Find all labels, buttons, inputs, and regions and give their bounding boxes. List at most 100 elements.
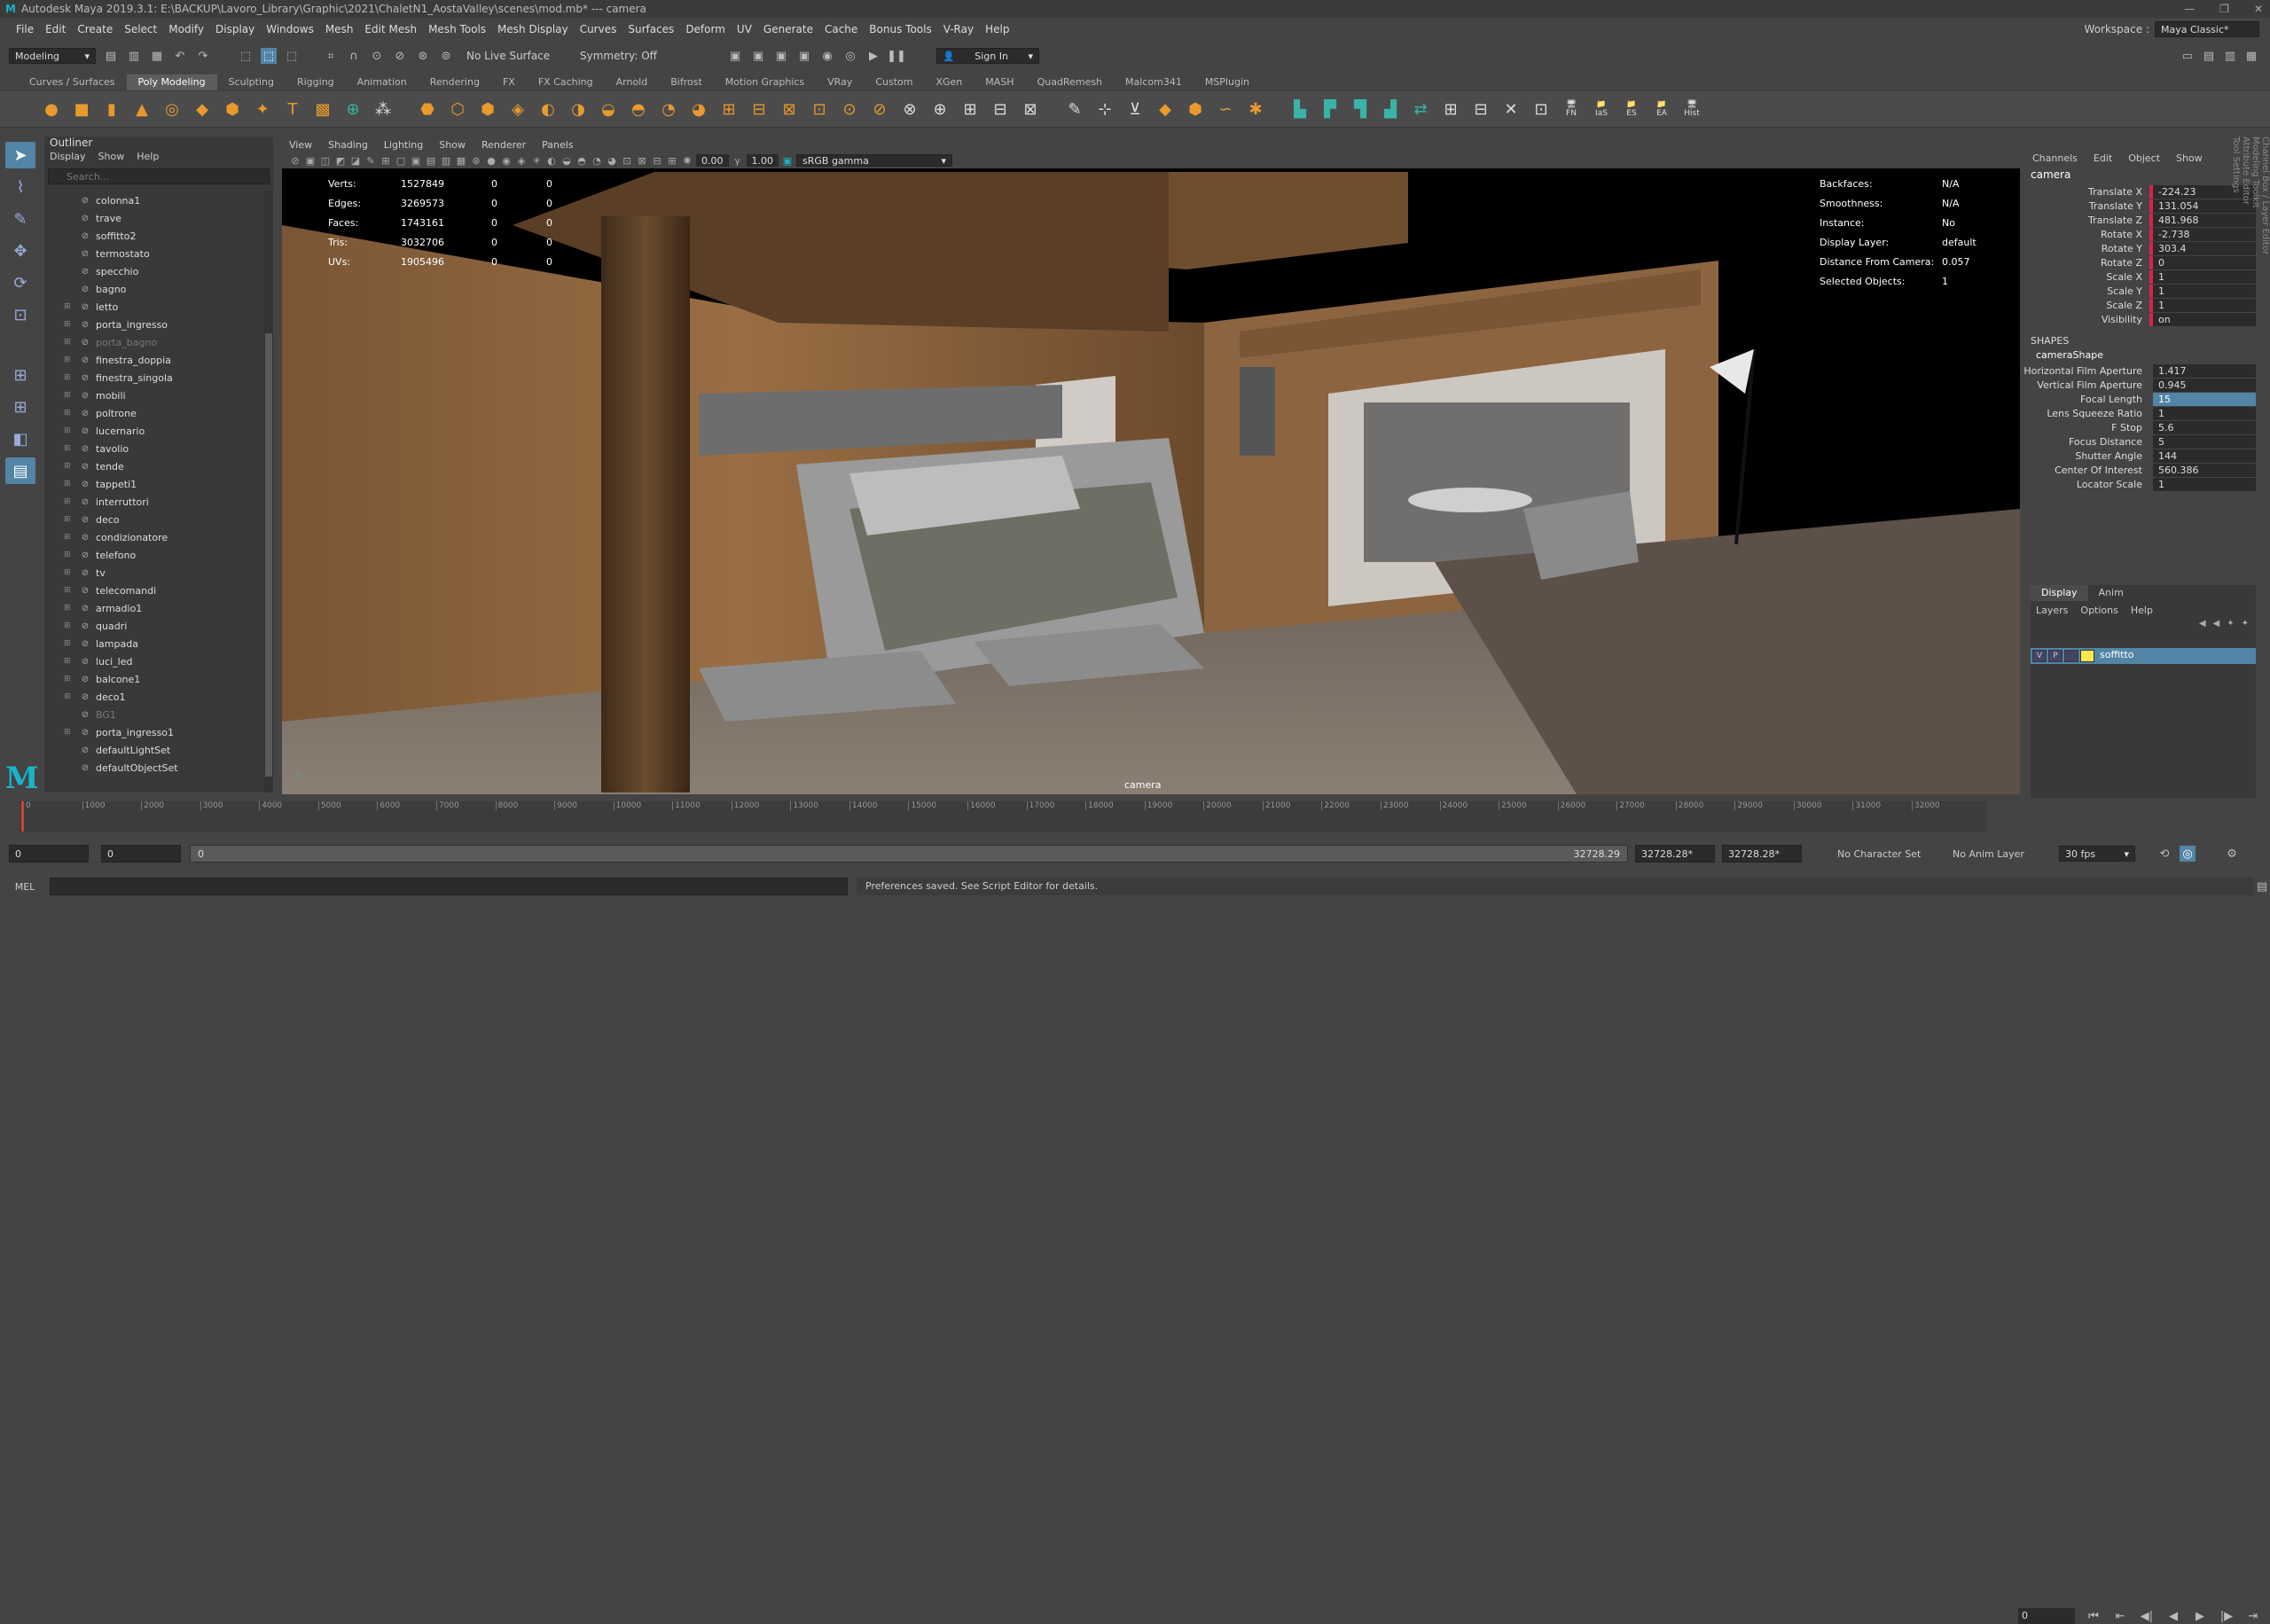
- shelf-tab-vray[interactable]: VRay: [816, 74, 864, 90]
- render-view-icon[interactable]: ◎: [842, 48, 858, 64]
- shelf-tab-sculpting[interactable]: Sculpting: [217, 74, 286, 90]
- poly-sphere-icon[interactable]: ●: [39, 97, 64, 121]
- symmetry-label[interactable]: Symmetry: Off: [580, 50, 677, 62]
- layout-icon[interactable]: ▟: [1378, 97, 1403, 121]
- current-frame-field[interactable]: 0: [2018, 1608, 2075, 1624]
- select-tool-icon[interactable]: ➤: [5, 142, 35, 168]
- expand-icon[interactable]: ⊞: [64, 675, 74, 683]
- sphere-grid-icon[interactable]: ⊕: [340, 97, 365, 121]
- wireframe-icon[interactable]: ⊛: [470, 154, 482, 167]
- menu-bonus-tools[interactable]: Bonus Tools: [869, 23, 931, 35]
- isolate-select-icon[interactable]: ⊡: [621, 154, 633, 167]
- expand-icon[interactable]: ⊞: [64, 497, 74, 506]
- move-tool-icon[interactable]: ✥: [5, 238, 35, 264]
- paint-select-icon[interactable]: ✎: [5, 206, 35, 232]
- expand-icon[interactable]: ⊞: [64, 320, 74, 329]
- layer-color-swatch[interactable]: [2080, 650, 2094, 662]
- resolution-gate-icon[interactable]: ▣: [410, 154, 422, 167]
- render-icon[interactable]: ▣: [727, 48, 743, 64]
- shape-channel-row[interactable]: F Stop 5.6: [2023, 420, 2256, 434]
- append-icon[interactable]: ◆: [1153, 97, 1178, 121]
- toggle-layout-icon[interactable]: ▭: [2180, 48, 2196, 64]
- outliner-item[interactable]: ⊘ defaultLightSet: [44, 741, 262, 759]
- smooth-icon[interactable]: ◈: [505, 97, 530, 121]
- xray-icon[interactable]: ⊠: [636, 154, 648, 167]
- shape-channel-row[interactable]: Focal Length 15: [2023, 392, 2256, 406]
- quad-draw-icon[interactable]: ⊟: [988, 97, 1013, 121]
- menu-help[interactable]: Help: [985, 23, 1009, 35]
- expand-icon[interactable]: ⊞: [64, 338, 74, 347]
- fn-script-icon[interactable]: 🖥 FN: [1559, 97, 1584, 121]
- lights-icon[interactable]: ☀: [530, 154, 543, 167]
- shelf-tab-xgen[interactable]: XGen: [924, 74, 974, 90]
- viewport-menu-show[interactable]: Show: [439, 139, 466, 151]
- separate-icon[interactable]: ⬡: [445, 97, 470, 121]
- poly-text-icon[interactable]: T: [280, 97, 305, 121]
- outliner-item[interactable]: ⊞ ⊘ porta_ingresso: [44, 316, 262, 333]
- channel-row[interactable]: Visibility on: [2023, 312, 2256, 326]
- poly-cone-icon[interactable]: ▲: [129, 97, 154, 121]
- snap-grid-icon[interactable]: ⌗: [323, 48, 339, 64]
- menu-mesh-tools[interactable]: Mesh Tools: [428, 23, 486, 35]
- grid-tool-icon[interactable]: ⊞: [1438, 97, 1463, 121]
- viewport-menu-view[interactable]: View: [289, 139, 312, 151]
- menu-mesh-display[interactable]: Mesh Display: [497, 23, 568, 35]
- menu-uv[interactable]: UV: [737, 23, 752, 35]
- multi-cut-icon[interactable]: ⊗: [897, 97, 922, 121]
- menu-cache[interactable]: Cache: [825, 23, 857, 35]
- channel-box-menu-channels[interactable]: Channels: [2032, 152, 2078, 168]
- outliner-item[interactable]: ⊞ ⊘ telecomandi: [44, 582, 262, 599]
- retopo-icon[interactable]: ◔: [656, 97, 681, 121]
- snap-point-icon[interactable]: ⊙: [369, 48, 385, 64]
- outliner-item[interactable]: ⊞ ⊘ interruttori: [44, 493, 262, 511]
- shape-channel-row[interactable]: Vertical Film Aperture 0.945: [2023, 378, 2256, 392]
- layer-name[interactable]: soffitto: [2100, 650, 2133, 662]
- ambient-occlusion-icon[interactable]: ◒: [560, 154, 573, 167]
- gate-mask-icon[interactable]: ▤: [425, 154, 437, 167]
- shelf-tab-malcom341[interactable]: Malcom341: [1114, 74, 1194, 90]
- auto-key-icon[interactable]: ◎: [2180, 846, 2196, 862]
- outliner-item[interactable]: ⊞ ⊘ porta_bagno: [44, 333, 262, 351]
- loop-icon[interactable]: ⟲: [2156, 846, 2172, 862]
- layer-menu-layers[interactable]: Layers: [2036, 605, 2068, 616]
- shape-channel-row[interactable]: Shutter Angle 144: [2023, 449, 2256, 463]
- safe-action-icon[interactable]: ▦: [455, 154, 467, 167]
- shelf-tab-msplugin[interactable]: MSPlugin: [1194, 74, 1261, 90]
- coordinates-icon[interactable]: ⁂: [371, 97, 395, 121]
- live-icon[interactable]: ⊚: [438, 48, 454, 64]
- playback-end-field[interactable]: 32728.28*: [1635, 845, 1715, 863]
- menu-curves[interactable]: Curves: [580, 23, 617, 35]
- outliner-item[interactable]: ⊞ ⊘ mobili: [44, 386, 262, 404]
- shape-channel-row[interactable]: Center Of Interest 560.386: [2023, 463, 2256, 477]
- color-management-icon[interactable]: ▣: [781, 154, 794, 167]
- fill-hole-icon[interactable]: ⬢: [1183, 97, 1208, 121]
- field-chart-icon[interactable]: ▥: [440, 154, 452, 167]
- side-tab-channel-box-layer-editor[interactable]: Channel Box / Layer Editor: [2260, 137, 2270, 782]
- outliner-item[interactable]: ⊞ ⊘ finestra_singola: [44, 369, 262, 386]
- shelf-tab-fx-caching[interactable]: FX Caching: [527, 74, 605, 90]
- extrude-icon[interactable]: ✎: [1062, 97, 1087, 121]
- snap-curve-icon[interactable]: ∩: [346, 48, 362, 64]
- delete-history-icon[interactable]: ✕: [1499, 97, 1523, 121]
- shelf-tab-motion-graphics[interactable]: Motion Graphics: [714, 74, 816, 90]
- single-perspective-icon[interactable]: ⊞: [5, 362, 35, 388]
- expand-icon[interactable]: ⊞: [64, 692, 74, 701]
- outliner-item[interactable]: ⊞ ⊘ condizionatore: [44, 528, 262, 546]
- ipr-icon[interactable]: ▣: [773, 48, 789, 64]
- render-settings-icon[interactable]: ▣: [796, 48, 812, 64]
- outliner-menu-help[interactable]: Help: [137, 151, 159, 167]
- exposure-icon[interactable]: ✺: [681, 154, 693, 167]
- make-hole-icon[interactable]: ∽: [1213, 97, 1238, 121]
- layer-tab-display[interactable]: Display: [2031, 585, 2088, 601]
- select-camera-icon[interactable]: ⊘: [289, 154, 301, 167]
- camera-attributes-icon[interactable]: ▣: [304, 154, 317, 167]
- viewport-menu-shading[interactable]: Shading: [328, 139, 368, 151]
- shape-channel-row[interactable]: Horizontal Film Aperture 1.417: [2023, 363, 2256, 378]
- shape-channel-row[interactable]: Lens Squeeze Ratio 1: [2023, 406, 2256, 420]
- open-scene-icon[interactable]: ▥: [126, 48, 142, 64]
- menu-v-ray[interactable]: V-Ray: [943, 23, 974, 35]
- expand-icon[interactable]: ⊞: [64, 373, 74, 382]
- move-layer-down-icon[interactable]: ◀: [2213, 619, 2220, 629]
- outliner-item[interactable]: ⊞ ⊘ luci_led: [44, 652, 262, 670]
- cut-uv-icon[interactable]: ⊘: [867, 97, 892, 121]
